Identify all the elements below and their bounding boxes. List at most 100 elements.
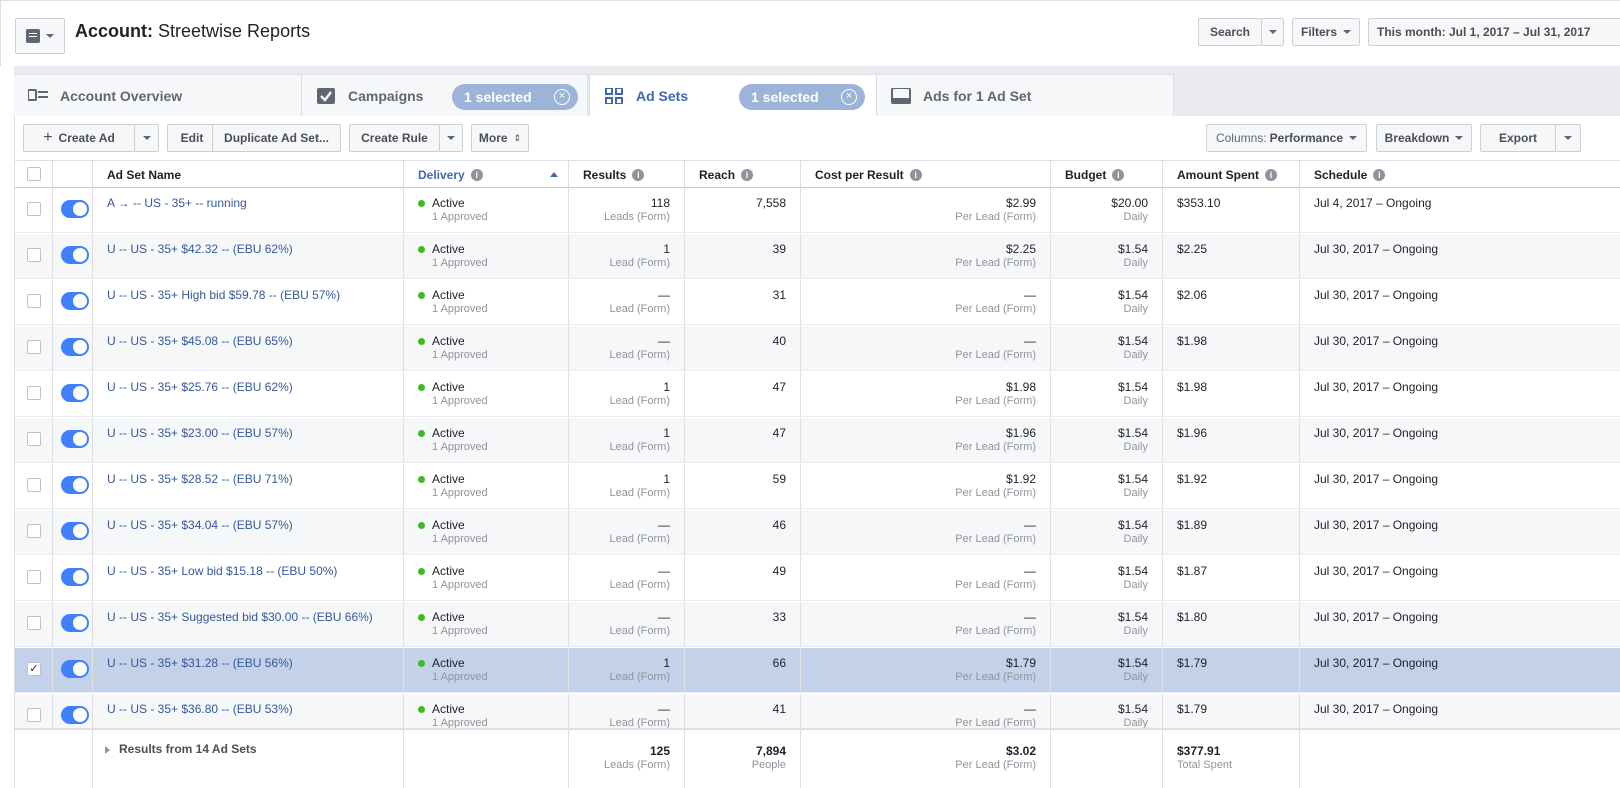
ad-set-name-link[interactable]: U -- US - 35+ $45.08 -- (EBU 65%) [107, 334, 293, 348]
budget-cell[interactable]: $20.00 Daily [1051, 188, 1163, 233]
on-off-toggle[interactable] [61, 660, 89, 678]
column-header-reach[interactable]: Reach i [685, 161, 801, 188]
info-icon[interactable]: i [470, 168, 483, 181]
table-row[interactable]: ✓ U -- US - 35+ $31.28 -- (EBU 56%) Active… [15, 648, 1620, 693]
info-icon[interactable]: i [1373, 168, 1386, 181]
ad-set-name-link[interactable]: A → -- US - 35+ -- running [107, 196, 247, 210]
info-icon[interactable]: i [1112, 168, 1125, 181]
budget-cell[interactable]: $1.54 Daily [1051, 372, 1163, 417]
table-row[interactable]: U -- US - 35+ $45.08 -- (EBU 65%) Active 1… [15, 326, 1620, 371]
on-off-toggle[interactable] [61, 614, 89, 632]
on-off-toggle[interactable] [61, 430, 89, 448]
schedule-cell[interactable]: Jul 30, 2017 – Ongoing [1300, 326, 1620, 371]
row-checkbox[interactable] [27, 478, 41, 492]
edit-button[interactable]: Edit [167, 124, 217, 152]
ad-set-name-link[interactable]: U -- US - 35+ $36.80 -- (EBU 53%) [107, 702, 293, 716]
ad-sets-selected-badge[interactable]: 1 selected × [739, 84, 865, 110]
budget-cell[interactable]: $1.54 Daily [1051, 510, 1163, 555]
row-checkbox[interactable] [27, 386, 41, 400]
table-row[interactable]: U -- US - 35+ $25.76 -- (EBU 62%) Active 1… [15, 372, 1620, 417]
budget-cell[interactable]: $1.54 Daily [1051, 648, 1163, 693]
schedule-cell[interactable]: Jul 30, 2017 – Ongoing [1300, 372, 1620, 417]
create-ad-dropdown[interactable] [134, 124, 159, 152]
create-ad-button[interactable]: + Create Ad [23, 124, 135, 152]
ad-set-name-link[interactable]: U -- US - 35+ $23.00 -- (EBU 57%) [107, 426, 293, 440]
table-row[interactable]: U -- US - 35+ $34.04 -- (EBU 57%) Active 1… [15, 510, 1620, 555]
budget-cell[interactable]: $1.54 Daily [1051, 556, 1163, 601]
ad-set-name-link[interactable]: U -- US - 35+ High bid $59.78 -- (EBU 57… [107, 288, 340, 302]
ad-set-name-link[interactable]: U -- US - 35+ Suggested bid $30.00 -- (E… [107, 610, 373, 624]
tab-ads[interactable]: Ads for 1 Ad Set [876, 74, 1174, 116]
table-row[interactable]: U -- US - 35+ $28.52 -- (EBU 71%) Active 1… [15, 464, 1620, 509]
schedule-cell[interactable]: Jul 30, 2017 – Ongoing [1300, 464, 1620, 509]
row-checkbox[interactable] [27, 708, 41, 722]
info-icon[interactable]: i [1265, 168, 1277, 181]
column-header-name[interactable]: Ad Set Name [93, 161, 404, 188]
budget-cell[interactable]: $1.54 Daily [1051, 234, 1163, 279]
create-rule-button[interactable]: Create Rule [349, 124, 440, 152]
column-header-results[interactable]: Results i [569, 161, 685, 188]
ad-set-name-link[interactable]: U -- US - 35+ Low bid $15.18 -- (EBU 50%… [107, 564, 337, 578]
ad-set-name-link[interactable]: U -- US - 35+ $42.32 -- (EBU 62%) [107, 242, 293, 256]
info-icon[interactable]: i [632, 168, 645, 181]
table-row[interactable]: U -- US - 35+ Suggested bid $30.00 -- (E… [15, 602, 1620, 647]
campaigns-selected-badge[interactable]: 1 selected × [452, 84, 578, 110]
on-off-toggle[interactable] [61, 338, 89, 356]
on-off-toggle[interactable] [61, 292, 89, 310]
budget-cell[interactable]: $1.54 Daily [1051, 464, 1163, 509]
create-rule-dropdown[interactable] [439, 124, 463, 152]
column-header-spent[interactable]: Amount Spent i [1163, 161, 1300, 188]
on-off-toggle[interactable] [61, 246, 89, 264]
budget-cell[interactable]: $1.54 Daily [1051, 602, 1163, 647]
account-switcher-button[interactable] [15, 18, 65, 54]
breakdown-button[interactable]: Breakdown [1376, 124, 1472, 152]
ad-set-name-link[interactable]: U -- US - 35+ $31.28 -- (EBU 56%) [107, 656, 293, 670]
export-button[interactable]: Export [1480, 124, 1556, 152]
duplicate-button[interactable]: Duplicate Ad Set... [212, 124, 341, 152]
ad-set-name-link[interactable]: U -- US - 35+ $25.76 -- (EBU 62%) [107, 380, 293, 394]
schedule-cell[interactable]: Jul 4, 2017 – Ongoing [1300, 188, 1620, 233]
search-dropdown-button[interactable] [1261, 18, 1284, 46]
filters-button[interactable]: Filters [1292, 18, 1360, 46]
budget-cell[interactable]: $1.54 Daily [1051, 280, 1163, 325]
search-button[interactable]: Search [1198, 18, 1262, 46]
row-checkbox[interactable] [27, 616, 41, 630]
totals-label-cell[interactable]: Results from 14 Ad Sets [93, 730, 404, 788]
schedule-cell[interactable]: Jul 30, 2017 – Ongoing [1300, 648, 1620, 693]
budget-cell[interactable]: $1.54 Daily [1051, 326, 1163, 371]
column-header-delivery[interactable]: Delivery i [404, 161, 569, 188]
on-off-toggle[interactable] [61, 200, 89, 218]
table-row[interactable]: U -- US - 35+ $42.32 -- (EBU 62%) Active 1… [15, 234, 1620, 279]
date-range-picker[interactable]: This month: Jul 1, 2017 – Jul 31, 2017 [1368, 18, 1620, 46]
on-off-toggle[interactable] [61, 384, 89, 402]
columns-button[interactable]: Columns: Performance [1206, 124, 1367, 152]
row-checkbox[interactable] [27, 294, 41, 308]
column-header-budget[interactable]: Budget i [1051, 161, 1163, 188]
ad-set-name-link[interactable]: U -- US - 35+ $34.04 -- (EBU 57%) [107, 518, 293, 532]
row-checkbox[interactable] [27, 248, 41, 262]
tab-campaigns[interactable]: Campaigns 1 selected × [301, 74, 588, 116]
on-off-toggle[interactable] [61, 476, 89, 494]
on-off-toggle[interactable] [61, 568, 89, 586]
budget-cell[interactable]: $1.54 Daily [1051, 418, 1163, 463]
clear-selection-icon[interactable]: × [554, 89, 570, 105]
table-row[interactable]: A → -- US - 35+ -- running Active 1 Approv… [15, 188, 1620, 233]
row-checkbox[interactable] [27, 432, 41, 446]
schedule-cell[interactable]: Jul 30, 2017 – Ongoing [1300, 510, 1620, 555]
select-all-checkbox[interactable] [27, 167, 41, 181]
row-checkbox[interactable] [27, 524, 41, 538]
column-header-cost[interactable]: Cost per Result i [801, 161, 1051, 188]
schedule-cell[interactable]: Jul 30, 2017 – Ongoing [1300, 556, 1620, 601]
row-checkbox[interactable] [27, 340, 41, 354]
clear-selection-icon[interactable]: × [841, 89, 857, 105]
table-row[interactable]: U -- US - 35+ $23.00 -- (EBU 57%) Active 1… [15, 418, 1620, 463]
on-off-toggle[interactable] [61, 522, 89, 540]
schedule-cell[interactable]: Jul 30, 2017 – Ongoing [1300, 234, 1620, 279]
info-icon[interactable]: i [909, 168, 922, 181]
row-checkbox[interactable] [27, 202, 41, 216]
tab-account-overview[interactable]: Account Overview [14, 74, 314, 116]
info-icon[interactable]: i [741, 168, 754, 181]
schedule-cell[interactable]: Jul 30, 2017 – Ongoing [1300, 418, 1620, 463]
table-row[interactable]: U -- US - 35+ High bid $59.78 -- (EBU 57… [15, 280, 1620, 325]
schedule-cell[interactable]: Jul 30, 2017 – Ongoing [1300, 602, 1620, 647]
